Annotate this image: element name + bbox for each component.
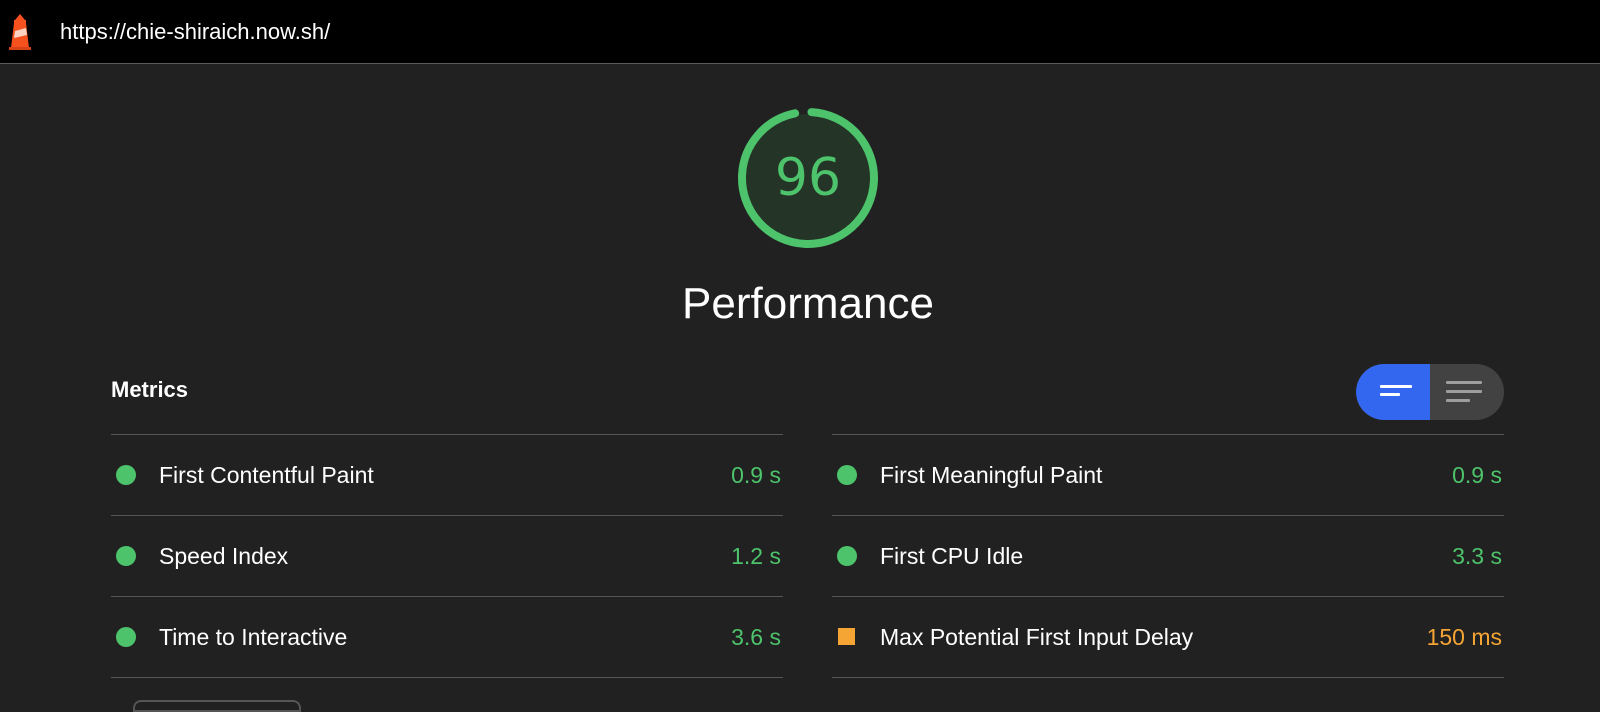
partially-visible-button[interactable]	[133, 700, 301, 712]
metrics-column-right: First Meaningful Paint 0.9 s First CPU I…	[832, 434, 1504, 678]
metric-status-indicator	[837, 546, 857, 566]
metric-row: Time to Interactive 3.6 s	[111, 596, 783, 678]
performance-score-gauge: 96	[734, 104, 882, 252]
metric-label: Max Potential First Input Delay	[880, 624, 1194, 650]
compact-view-button[interactable]	[1356, 364, 1430, 420]
metric-status-indicator	[838, 628, 855, 645]
metric-status-indicator	[116, 627, 136, 647]
metric-status-indicator	[116, 465, 136, 485]
metric-value: 0.9 s	[1452, 462, 1502, 488]
top-bar: https://chie-shiraich.now.sh/	[0, 0, 1600, 64]
metric-value: 1.2 s	[731, 543, 781, 569]
metric-label: Speed Index	[159, 543, 289, 569]
expanded-view-button[interactable]	[1430, 364, 1504, 420]
metrics-column-left: First Contentful Paint 0.9 s Speed Index…	[111, 434, 783, 678]
metric-label: First Contentful Paint	[159, 462, 374, 488]
metric-row: Max Potential First Input Delay 150 ms	[832, 596, 1504, 678]
metric-row: First Contentful Paint 0.9 s	[111, 434, 783, 515]
metric-value: 3.3 s	[1452, 543, 1502, 569]
metric-value: 3.6 s	[731, 624, 781, 650]
category-title: Performance	[682, 279, 934, 328]
metrics-view-toggle	[1356, 364, 1504, 420]
page-url: https://chie-shiraich.now.sh/	[60, 19, 331, 44]
metrics-heading: Metrics	[111, 377, 189, 402]
metric-row: First CPU Idle 3.3 s	[832, 515, 1504, 596]
metric-value: 150 ms	[1426, 624, 1502, 650]
metric-status-indicator	[837, 465, 857, 485]
metric-row: First Meaningful Paint 0.9 s	[832, 434, 1504, 515]
metric-value: 0.9 s	[731, 462, 781, 488]
lighthouse-logo-icon	[9, 14, 31, 50]
metric-label: Time to Interactive	[159, 624, 348, 650]
metric-label: First CPU Idle	[880, 543, 1024, 569]
metric-status-indicator	[116, 546, 136, 566]
performance-score: 96	[774, 148, 842, 208]
metric-label: First Meaningful Paint	[880, 462, 1103, 488]
metric-row: Speed Index 1.2 s	[111, 515, 783, 596]
